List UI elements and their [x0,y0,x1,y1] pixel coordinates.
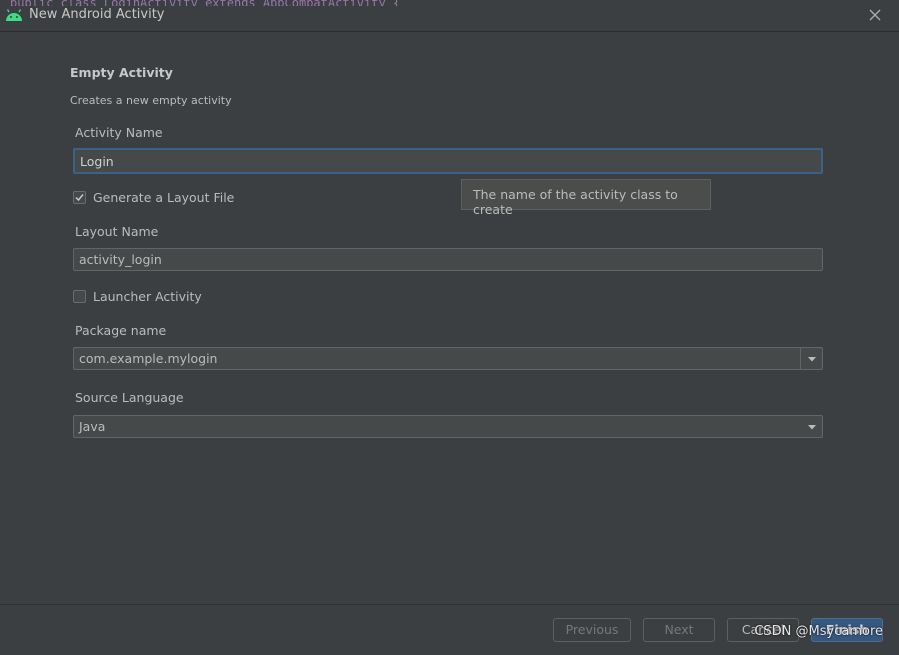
launcher-activity-checkbox[interactable] [73,289,86,303]
launcher-activity-checkbox-row[interactable]: Launcher Activity [73,288,202,304]
template-heading: Empty Activity [70,65,173,80]
launcher-activity-label: Launcher Activity [93,288,202,304]
chevron-down-icon[interactable] [806,423,818,431]
source-language-label: Source Language [75,390,184,405]
android-icon [6,9,22,21]
combo-separator [800,348,801,369]
activity-name-input[interactable] [73,148,823,174]
package-name-label: Package name [75,323,167,338]
watermark-text: CSDN @Msycamore [754,624,883,639]
close-icon[interactable] [865,5,885,25]
generate-layout-label: Generate a Layout File [93,189,235,205]
source-language-value: Java [79,419,106,434]
background-code-peek: public class LoginActivity extends AppCo… [0,0,899,6]
generate-layout-checkbox[interactable] [73,190,86,204]
package-name-value: com.example.mylogin [79,351,218,366]
window-title: New Android Activity [29,7,165,22]
layout-name-label: Layout Name [75,224,159,239]
previous-button[interactable]: Previous [553,618,631,642]
package-name-combo[interactable]: com.example.mylogin [73,347,823,370]
generate-layout-checkbox-row[interactable]: Generate a Layout File [73,189,234,205]
chevron-down-icon[interactable] [806,355,818,363]
dialog-content: Empty Activity Creates a new empty activ… [0,32,899,604]
activity-name-tooltip: The name of the activity class to create [461,179,711,217]
template-description: Creates a new empty activity [70,94,232,107]
title-bar: public class LoginActivity extends AppCo… [0,0,899,32]
next-button[interactable]: Next [643,618,715,642]
checkmark-icon [75,193,84,201]
source-language-select[interactable]: Java [73,415,823,438]
layout-name-input[interactable] [73,248,823,271]
activity-name-label: Activity Name [75,125,163,140]
